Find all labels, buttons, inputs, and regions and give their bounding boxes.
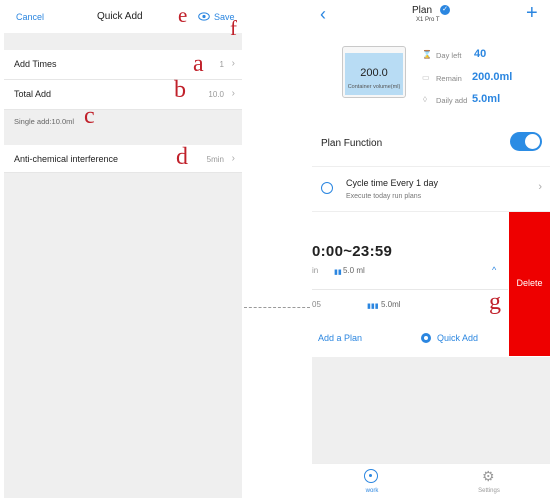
- bar-chart-icon: ▮▮▮: [367, 303, 379, 310]
- hourglass-icon: ⌛: [422, 50, 432, 59]
- plan-item-volume: 5.0 ml: [343, 266, 365, 275]
- device-name: X1 Pro T: [416, 17, 440, 23]
- container-label: Container volume(ml): [347, 84, 401, 90]
- eye-icon[interactable]: [198, 12, 210, 21]
- cancel-button[interactable]: Cancel: [16, 12, 44, 22]
- add-times-value: 1: [219, 60, 224, 69]
- add-times-row[interactable]: Add Times 1 ›: [4, 50, 242, 80]
- plan-item-sub: in: [312, 266, 319, 275]
- verified-icon: ✓: [440, 5, 450, 15]
- plan-item-sub2: 05: [312, 300, 321, 309]
- remain-value: 200.0ml: [472, 71, 513, 83]
- toggle-knob: [525, 134, 540, 149]
- daily-add-value: 5.0ml: [472, 93, 501, 105]
- page-title: Plan: [412, 5, 433, 16]
- plan-time: 0:00~23:59: [312, 243, 393, 260]
- day-left-value: 40: [474, 48, 487, 60]
- cycle-time-title: Cycle time Every 1 day: [346, 178, 439, 188]
- annotation-c: c: [84, 103, 95, 129]
- tab-settings[interactable]: Settings: [475, 488, 503, 494]
- plan-item-volume2: 5.0ml: [381, 300, 401, 309]
- add-times-label: Add Times: [14, 59, 57, 69]
- container-gauge: 200.0 Container volume(ml): [342, 46, 406, 98]
- cycle-time-desc: Execute today run plans: [346, 193, 422, 200]
- chevron-right-icon: ›: [231, 153, 235, 164]
- total-add-label: Total Add: [14, 89, 52, 99]
- single-add-section: [4, 110, 242, 145]
- anti-chemical-label: Anti-chemical interference: [14, 154, 119, 164]
- annotation-d: d: [176, 144, 188, 170]
- plan-actions: Add a Plan Quick Add: [312, 321, 508, 356]
- tab-bar: work ⚙ Settings: [312, 463, 550, 498]
- container-value: 200.0: [360, 67, 388, 79]
- quick-add-icon[interactable]: [421, 333, 431, 343]
- single-add-text: Single add:10.0ml: [14, 117, 75, 126]
- remain-icon: ▭: [422, 73, 430, 82]
- total-add-row[interactable]: Total Add 10.0 ›: [4, 80, 242, 110]
- bar-chart-icon: ▮▮: [334, 269, 342, 276]
- drop-icon: ◊: [423, 95, 427, 104]
- annotation-b: b: [174, 77, 186, 103]
- divider: [312, 289, 508, 290]
- clock-icon: [321, 182, 333, 194]
- total-add-value: 10.0: [208, 90, 224, 99]
- delete-button[interactable]: Delete: [509, 212, 550, 356]
- dashed-connector: [244, 307, 310, 308]
- day-left-label: Day left: [436, 51, 462, 60]
- page-title: Quick Add: [97, 11, 143, 22]
- add-plan-button[interactable]: Add a Plan: [318, 333, 362, 343]
- annotation-g: g: [489, 289, 501, 315]
- chevron-right-icon: ›: [231, 88, 235, 99]
- gear-icon[interactable]: ⚙: [482, 468, 495, 485]
- plan-function-toggle[interactable]: [510, 132, 542, 151]
- tab-work[interactable]: work: [364, 488, 380, 494]
- chevron-right-icon: ›: [538, 181, 542, 193]
- quick-add-screen: Cancel Quick Add Save Add Times 1 › Tota…: [0, 0, 242, 498]
- cycle-time-row[interactable]: Cycle time Every 1 day Execute today run…: [312, 166, 550, 212]
- delete-label: Delete: [516, 278, 543, 288]
- remain-label: Remain: [436, 74, 462, 83]
- anti-chemical-row[interactable]: Anti-chemical interference 5min ›: [4, 145, 242, 173]
- back-icon[interactable]: ‹: [320, 4, 326, 25]
- work-icon[interactable]: [364, 469, 378, 483]
- quick-add-button[interactable]: Quick Add: [437, 333, 478, 343]
- chevron-up-icon[interactable]: ^: [492, 265, 496, 275]
- annotation-f: f: [230, 16, 237, 40]
- add-icon[interactable]: +: [526, 2, 538, 25]
- chevron-right-icon: ›: [231, 58, 235, 69]
- daily-add-label: Daily add: [436, 96, 468, 105]
- plan-screen: ‹ Plan ✓ X1 Pro T + 200.0 Container volu…: [312, 0, 550, 498]
- section-gap: [4, 33, 242, 50]
- annotation-e: e: [178, 3, 188, 27]
- quick-add-header: Cancel Quick Add Save: [0, 0, 242, 32]
- plan-function-label: Plan Function: [321, 138, 383, 149]
- anti-chemical-value: 5min: [206, 155, 224, 164]
- empty-area: [312, 357, 550, 463]
- container-fill: 200.0 Container volume(ml): [345, 53, 403, 95]
- annotation-a: a: [193, 51, 204, 77]
- plan-item[interactable]: 0:00~23:59 in ▮▮ 5.0 ml ^ 05 ▮▮▮ 5.0ml: [312, 213, 508, 321]
- empty-area: [4, 173, 242, 498]
